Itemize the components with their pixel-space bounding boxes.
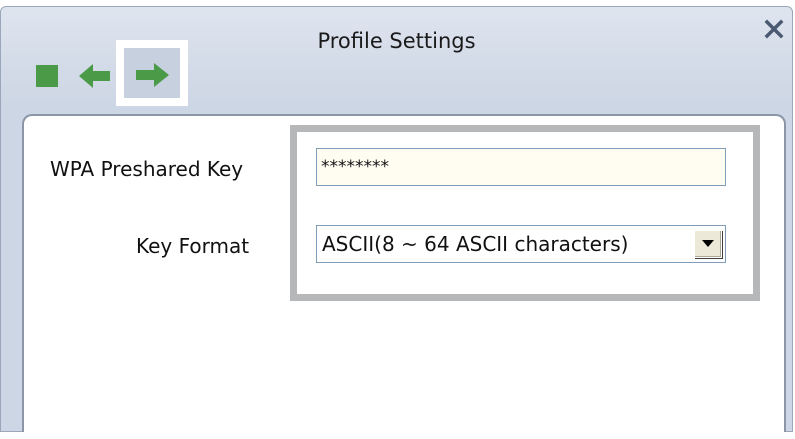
key-format-select[interactable]: ASCII(8 ~ 64 ASCII characters) bbox=[316, 225, 726, 263]
chevron-down-icon bbox=[702, 240, 714, 247]
back-arrow-icon bbox=[79, 64, 110, 88]
close-icon bbox=[764, 19, 784, 39]
stop-icon bbox=[36, 65, 58, 87]
next-arrow-icon bbox=[136, 63, 169, 87]
next-button[interactable] bbox=[134, 60, 170, 90]
dropdown-button[interactable] bbox=[694, 230, 722, 258]
stop-button[interactable] bbox=[36, 65, 58, 87]
wpa-preshared-key-input[interactable] bbox=[316, 148, 726, 186]
key-format-selected-value: ASCII(8 ~ 64 ASCII characters) bbox=[322, 232, 629, 256]
back-button[interactable] bbox=[78, 61, 112, 91]
wpa-preshared-key-label: WPA Preshared Key bbox=[50, 157, 244, 181]
close-button[interactable] bbox=[761, 16, 787, 42]
key-format-label: Key Format bbox=[136, 234, 250, 258]
